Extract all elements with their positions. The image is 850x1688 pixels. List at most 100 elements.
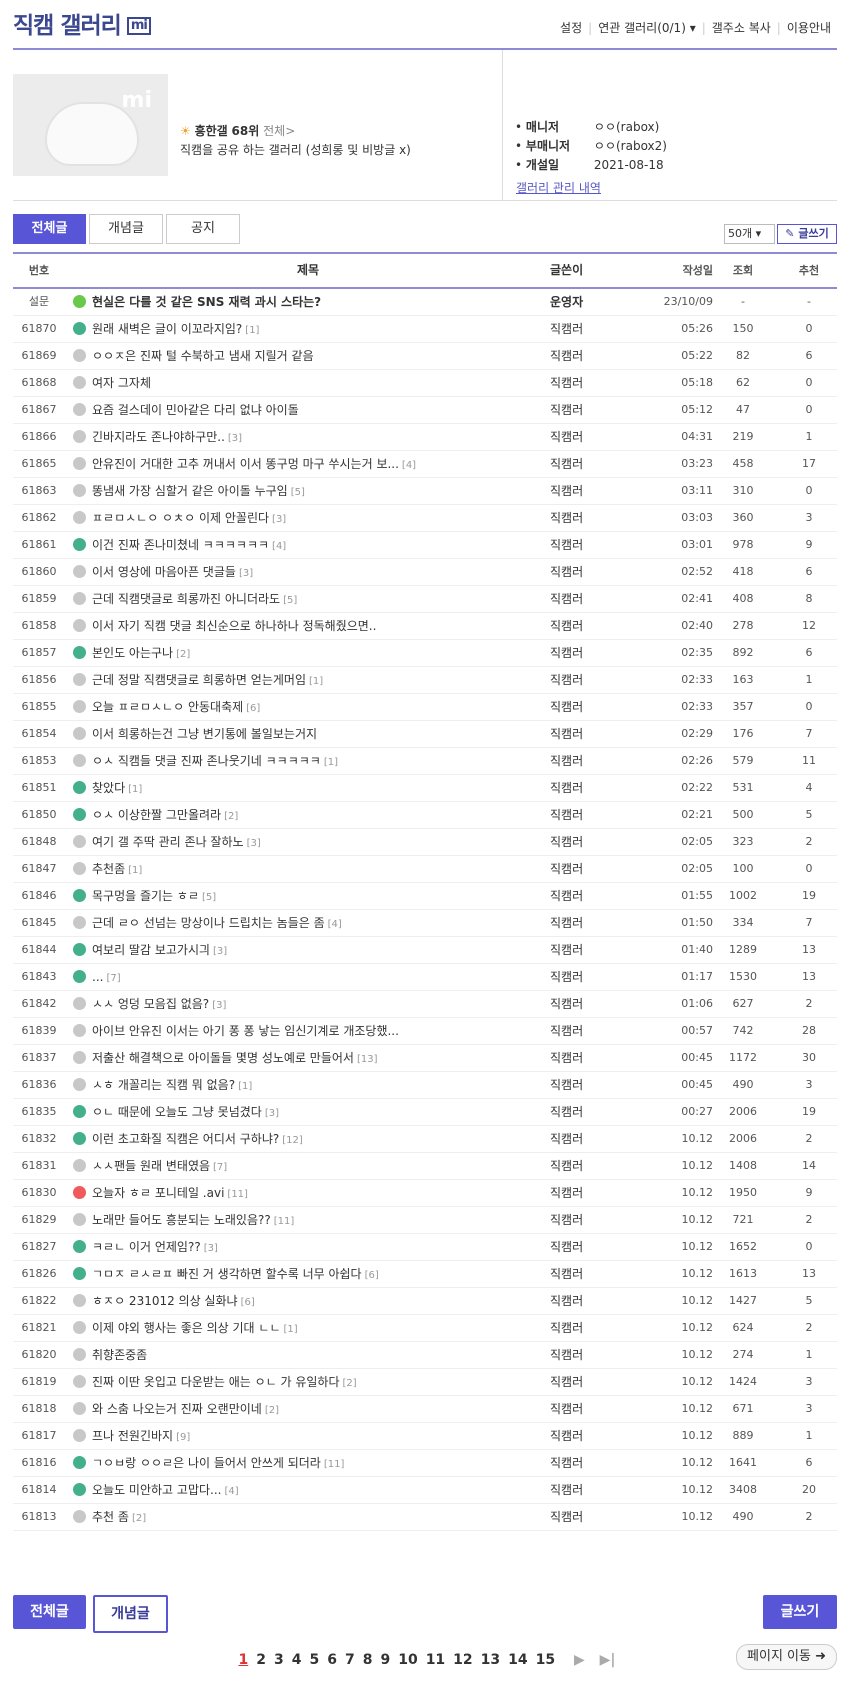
page-move-button[interactable]: 페이지 이동 ➜ [736, 1644, 837, 1670]
comment-count[interactable]: [9] [176, 1432, 190, 1443]
table-row[interactable]: 61839 아이브 안유진 이서는 아기 퐁 퐁 낳는 임신기계로 개조당했...… [13, 1018, 837, 1045]
post-title-text[interactable]: 이서 자기 직캠 댓글 최신순으로 하나하나 정독해줬으면.. [92, 619, 376, 633]
page-8-link[interactable]: 8 [363, 1652, 373, 1668]
manager-value[interactable]: ㅇㅇ(rabox) [594, 120, 659, 134]
post-title[interactable]: ㅇㄴ 때문에 오늘도 그냥 못넘겼다 [3] [73, 1099, 543, 1127]
comment-count[interactable]: [4] [402, 460, 416, 471]
post-title-text[interactable]: ㅍㄹㅁㅅㄴㅇ ㅇㅊㅇ 이제 안꼴린다 [92, 511, 269, 525]
post-title-text[interactable]: 여보리 딸감 보고가시긔 [92, 943, 210, 957]
post-title-text[interactable]: 똥냄새 가장 심할거 같은 아이돌 누구임 [92, 484, 288, 498]
comment-count[interactable]: [11] [274, 1216, 295, 1227]
post-writer[interactable]: 직캠러 [550, 1153, 630, 1179]
table-row[interactable]: 61836 ㅅㅎ 개꼴리는 직캠 뭐 없음? [1] 직캠러 00:45 490 3 [13, 1072, 837, 1099]
post-title-text[interactable]: 오늘자 ㅎㄹ 포니테일 .avi [92, 1186, 224, 1200]
post-title-text[interactable]: 취향존중좀 [92, 1348, 147, 1362]
post-title[interactable]: 원래 새벽은 글이 이꼬라지임? [1] [73, 316, 543, 344]
post-writer[interactable]: 직캠러 [550, 856, 630, 882]
comment-count[interactable]: [3] [247, 838, 261, 849]
guide-link[interactable]: 이용안내 [781, 21, 837, 35]
post-writer[interactable]: 직캠러 [550, 721, 630, 747]
comment-count[interactable]: [12] [282, 1135, 303, 1146]
table-row[interactable]: 61846 목구멍을 즐기는 ㅎㄹ [5] 직캠러 01:55 1002 19 [13, 883, 837, 910]
post-title[interactable]: 근데 정말 직캠댓글로 희롱하면 얻는게머임 [1] [73, 667, 543, 695]
post-title-text[interactable]: 저출산 해결책으로 아이돌들 몇명 성노예로 만들어서 [92, 1051, 354, 1065]
table-row[interactable]: 61848 여기 갤 주딱 관리 존나 잘하노 [3] 직캠러 02:05 323 2 [13, 829, 837, 856]
post-title[interactable]: 진짜 이딴 옷입고 다운받는 애는 ㅇㄴ 가 유일하다 [2] [73, 1369, 543, 1397]
post-title-text[interactable]: 추천좀 [92, 862, 125, 876]
post-title-text[interactable]: 목구멍을 즐기는 ㅎㄹ [92, 889, 199, 903]
comment-count[interactable]: [1] [128, 865, 142, 876]
page-7-link[interactable]: 7 [345, 1652, 355, 1668]
table-row[interactable]: 61862 ㅍㄹㅁㅅㄴㅇ ㅇㅊㅇ 이제 안꼴린다 [3] 직캠러 03:03 360 3 [13, 505, 837, 532]
post-writer[interactable]: 직캠러 [550, 1396, 630, 1422]
post-title[interactable]: ㅇㅅ 이상한짤 그만올려라 [2] [73, 802, 543, 830]
table-row[interactable]: 61826 ㄱㅁㅈ ㄹㅅㄹㅍ 빠진 거 생각하면 할수록 너무 아쉽다 [6] 직캠러… [13, 1261, 837, 1288]
submanager-value[interactable]: ㅇㅇ(rabox2) [594, 139, 667, 153]
post-title-text[interactable]: 근데 ㄹㅇ 선넘는 망상이나 드립치는 놈들은 좀 [92, 916, 325, 930]
comment-count[interactable]: [2] [343, 1378, 357, 1389]
post-writer[interactable]: 직캠러 [550, 1369, 630, 1395]
page-3-link[interactable]: 3 [274, 1652, 284, 1668]
post-writer[interactable]: 직캠러 [550, 883, 630, 909]
comment-count[interactable]: [13] [357, 1054, 378, 1065]
table-row[interactable]: 61817 프나 전원긴바지 [9] 직캠러 10.12 889 1 [13, 1423, 837, 1450]
post-title-text[interactable]: 여자 그자체 [92, 376, 151, 390]
table-row[interactable]: 61831 ㅅㅅ팬들 원래 변태였음 [7] 직캠러 10.12 1408 14 [13, 1153, 837, 1180]
post-title[interactable]: 아이브 안유진 이서는 아기 퐁 퐁 낳는 임신기계로 개조당했... [73, 1018, 543, 1046]
comment-count[interactable]: [1] [324, 757, 338, 768]
post-writer[interactable]: 직캠러 [550, 802, 630, 828]
post-title-text[interactable]: 이제 야외 행사는 좋은 의상 기대 ㄴㄴ [92, 1321, 281, 1335]
table-row[interactable]: 설문 현실은 다를 것 같은 SNS 재력 과시 스타는? 운영자 23/10/09 -… [13, 289, 837, 316]
post-title-text[interactable]: ㅇㅅ 이상한짤 그만올려라 [92, 808, 221, 822]
post-title-text[interactable]: ㅇㅇㅈ은 진짜 털 수북하고 냄새 지릴거 같음 [92, 349, 314, 363]
post-title-text[interactable]: 아이브 안유진 이서는 아기 퐁 퐁 낳는 임신기계로 개조당했... [92, 1024, 399, 1038]
post-title[interactable]: ㅇㅅ 직캠들 댓글 진짜 존나웃기네 ㅋㅋㅋㅋㅋ [1] [73, 748, 543, 776]
post-writer[interactable]: 직캠러 [550, 640, 630, 666]
comment-count[interactable]: [3] [228, 433, 242, 444]
page-1-link[interactable]: 1 [238, 1652, 248, 1668]
post-writer[interactable]: 직캠러 [550, 397, 630, 423]
comment-count[interactable]: [3] [239, 568, 253, 579]
comment-count[interactable]: [5] [291, 487, 305, 498]
post-title[interactable]: 오늘 ㅍㄹㅁㅅㄴㅇ 안동대축제 [6] [73, 694, 543, 722]
comment-count[interactable]: [1] [245, 325, 259, 336]
post-title-text[interactable]: 오늘 ㅍㄹㅁㅅㄴㅇ 안동대축제 [92, 700, 243, 714]
post-writer[interactable]: 직캠러 [550, 1207, 630, 1233]
post-writer[interactable]: 직캠러 [550, 451, 630, 477]
table-row[interactable]: 61818 와 스춤 나오는거 진짜 오랜만이네 [2] 직캠러 10.12 671 3 [13, 1396, 837, 1423]
page-13-link[interactable]: 13 [481, 1652, 500, 1668]
table-row[interactable]: 61851 찾았다 [1] 직캠러 02:22 531 4 [13, 775, 837, 802]
post-title[interactable]: 여자 그자체 [73, 370, 543, 398]
table-row[interactable]: 61861 이건 진짜 존나미쳤네 ㅋㅋㅋㅋㅋㅋ [4] 직캠러 03:01 978 9 [13, 532, 837, 559]
post-title[interactable]: 저출산 해결책으로 아이돌들 몇명 성노예로 만들어서 [13] [73, 1045, 543, 1073]
post-title[interactable]: 와 스춤 나오는거 진짜 오랜만이네 [2] [73, 1396, 543, 1424]
post-title[interactable]: 이건 진짜 존나미쳤네 ㅋㅋㅋㅋㅋㅋ [4] [73, 532, 543, 560]
post-writer[interactable]: 직캠러 [550, 1504, 630, 1530]
post-title[interactable]: ㄱㅁㅈ ㄹㅅㄹㅍ 빠진 거 생각하면 할수록 너무 아쉽다 [6] [73, 1261, 543, 1289]
table-row[interactable]: 61829 노래만 들어도 흥분되는 노래있음?? [11] 직캠러 10.12 721 2 [13, 1207, 837, 1234]
page-12-link[interactable]: 12 [453, 1652, 472, 1668]
post-title-text[interactable]: 여기 갤 주딱 관리 존나 잘하노 [92, 835, 244, 849]
table-row[interactable]: 61859 근데 직캠댓글로 희롱까진 아니더라도 [5] 직캠러 02:41 408 8 [13, 586, 837, 613]
post-title-text[interactable]: 본인도 아는구나 [92, 646, 173, 660]
post-title-text[interactable]: 오늘도 미안하고 고맙다... [92, 1483, 221, 1497]
table-row[interactable]: 61822 ㅎㅈㅇ 231012 의상 실화냐 [6] 직캠러 10.12 1427 5 [13, 1288, 837, 1315]
post-title-text[interactable]: 노래만 들어도 흥분되는 노래있음?? [92, 1213, 271, 1227]
table-row[interactable]: 61813 추천 좀 [2] 직캠러 10.12 490 2 [13, 1504, 837, 1531]
comment-count[interactable]: [6] [246, 703, 260, 714]
post-title-text[interactable]: ㅇㄴ 때문에 오늘도 그냥 못넘겼다 [92, 1105, 262, 1119]
table-row[interactable]: 61858 이서 자기 직캠 댓글 최신순으로 하나하나 정독해줬으면.. 직캠러 0… [13, 613, 837, 640]
post-writer[interactable]: 직캠러 [550, 991, 630, 1017]
management-log-link[interactable]: 갤러리 관리 내역 [516, 179, 601, 196]
comment-count[interactable]: [11] [227, 1189, 248, 1200]
comment-count[interactable]: [2] [224, 811, 238, 822]
post-writer[interactable]: 직캠러 [550, 1423, 630, 1449]
post-title-text[interactable]: ㅅㅎ 개꼴리는 직캠 뭐 없음? [92, 1078, 235, 1092]
comment-count[interactable]: [3] [212, 1000, 226, 1011]
table-row[interactable]: 61867 요즘 걸스데이 민아같은 다리 없냐 아이돌 직캠러 05:12 47 0 [13, 397, 837, 424]
post-writer[interactable]: 직캠러 [550, 613, 630, 639]
page-5-link[interactable]: 5 [309, 1652, 319, 1668]
write-button-bottom[interactable]: 글쓰기 [763, 1595, 837, 1629]
comment-count[interactable]: [6] [241, 1297, 255, 1308]
post-writer[interactable]: 직캠러 [550, 478, 630, 504]
